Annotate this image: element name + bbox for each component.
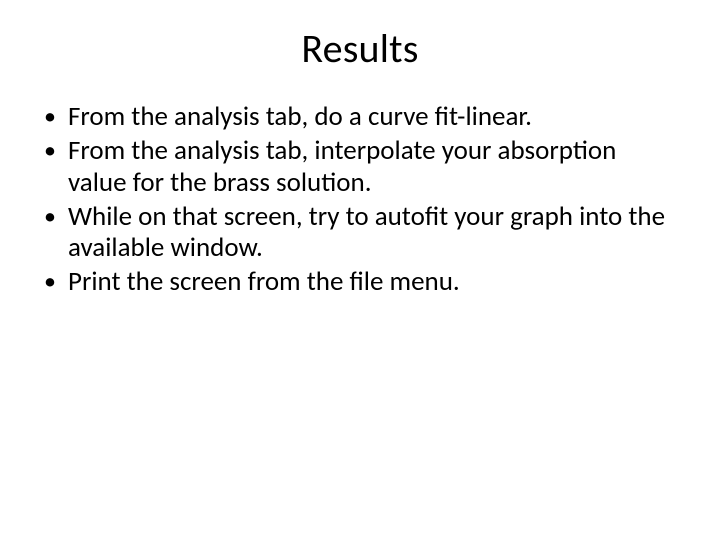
list-item: From the analysis tab, interpolate your … bbox=[40, 135, 680, 199]
list-item: From the analysis tab, do a curve fit-li… bbox=[40, 101, 680, 133]
list-item: Print the screen from the file menu. bbox=[40, 266, 680, 298]
list-item: While on that screen, try to autofit you… bbox=[40, 201, 680, 265]
slide: Results From the analysis tab, do a curv… bbox=[0, 0, 720, 540]
slide-title: Results bbox=[40, 24, 680, 73]
bullet-list: From the analysis tab, do a curve fit-li… bbox=[40, 101, 680, 298]
